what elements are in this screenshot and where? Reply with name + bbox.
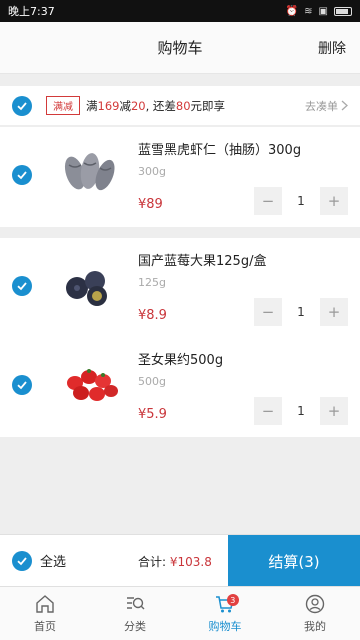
shrimp-image[interactable] (52, 137, 128, 209)
item-price: ¥5.9 (138, 407, 167, 422)
item-price: ¥8.9 (138, 308, 167, 323)
quantity-stepper: − 1 + (254, 298, 348, 326)
status-time: 晚上7:37 (8, 5, 55, 18)
promo-remaining: 80 (175, 98, 191, 113)
cart-item: 圣女果约500g 500g ¥5.9 − 1 + (0, 337, 360, 437)
checkmark-icon (17, 282, 27, 291)
item-weight: 500g (138, 375, 166, 388)
tab-cart[interactable]: 3 购物车 (180, 587, 270, 640)
tab-home[interactable]: 首页 (0, 587, 90, 640)
checkmark-icon (17, 171, 27, 180)
status-bar: 晚上7:37 ⏰ ≋ ▣ (0, 0, 360, 22)
alarm-icon: ⏰ (285, 5, 299, 17)
checkmark-icon (17, 556, 27, 565)
promo-discount: 20 (130, 98, 146, 113)
quantity-stepper: − 1 + (254, 187, 348, 215)
total-amount: ¥103.8 (169, 555, 212, 569)
tab-profile[interactable]: 我的 (270, 587, 360, 640)
checkout-bar: 全选 合计: ¥103.8 结算(3) (0, 534, 360, 587)
promo-tag: 满减 (46, 96, 80, 115)
promo-checkbox[interactable] (12, 95, 32, 116)
add-more-link[interactable]: 去凑单 (305, 98, 348, 114)
increase-button[interactable]: + (320, 397, 348, 425)
checkmark-icon (17, 101, 27, 110)
category-search-icon (127, 597, 145, 610)
chevron-right-icon (341, 100, 348, 111)
bottom-tab-bar: 首页 分类 3 购物车 我的 (0, 586, 360, 640)
tab-label: 首页 (34, 620, 56, 633)
quantity-value[interactable]: 1 (282, 397, 320, 425)
blueberry-image[interactable] (52, 248, 128, 320)
increase-button[interactable]: + (320, 187, 348, 215)
cart-badge: 3 (226, 594, 239, 606)
item-price: ¥89 (138, 197, 163, 212)
quantity-value[interactable]: 1 (282, 187, 320, 215)
decrease-button[interactable]: − (254, 187, 282, 215)
select-all-checkbox[interactable] (12, 550, 32, 571)
quantity-value[interactable]: 1 (282, 298, 320, 326)
item-name[interactable]: 国产蓝莓大果125g/盒 (138, 250, 266, 269)
item-name[interactable]: 圣女果约500g (138, 349, 223, 368)
tab-label: 分类 (124, 620, 146, 633)
promo-text: 满169减20, 还差80元即享 (86, 98, 226, 113)
cherry-tomato-image[interactable] (52, 347, 128, 419)
page-title: 购物车 (157, 39, 203, 57)
item-weight: 125g (138, 276, 166, 289)
decrease-button[interactable]: − (254, 298, 282, 326)
promo-threshold: 169 (97, 98, 120, 113)
checkmark-icon (17, 381, 27, 390)
tab-label: 购物车 (208, 620, 242, 633)
wifi-icon: ≋ (304, 5, 313, 17)
checkout-button[interactable]: 结算(3) (228, 535, 360, 587)
status-icons: ⏰ ≋ ▣ (286, 6, 352, 17)
delete-button[interactable]: 删除 (318, 38, 346, 58)
item-checkbox[interactable] (12, 165, 32, 185)
header: 购物车 删除 (0, 22, 360, 74)
item-checkbox[interactable] (12, 276, 32, 296)
total-price: 合计: ¥103.8 (138, 555, 212, 569)
select-all-label[interactable]: 全选 (40, 551, 66, 570)
profile-icon (305, 594, 325, 614)
tab-category[interactable]: 分类 (90, 587, 180, 640)
battery-icon (334, 6, 352, 16)
quantity-stepper: − 1 + (254, 397, 348, 425)
home-icon (36, 595, 54, 613)
item-weight: 300g (138, 165, 166, 178)
cart-item: 蓝雪黑虎虾仁（抽肠）300g 300g ¥89 − 1 + (0, 127, 360, 227)
promo-row: 满减 满169减20, 还差80元即享 去凑单 (0, 86, 360, 126)
sim-icon: ▣ (318, 5, 328, 17)
tab-label: 我的 (304, 620, 326, 633)
decrease-button[interactable]: − (254, 397, 282, 425)
increase-button[interactable]: + (320, 298, 348, 326)
item-checkbox[interactable] (12, 375, 32, 395)
cart-item: 国产蓝莓大果125g/盒 125g ¥8.9 − 1 + (0, 238, 360, 337)
item-name[interactable]: 蓝雪黑虎虾仁（抽肠）300g (138, 139, 301, 158)
